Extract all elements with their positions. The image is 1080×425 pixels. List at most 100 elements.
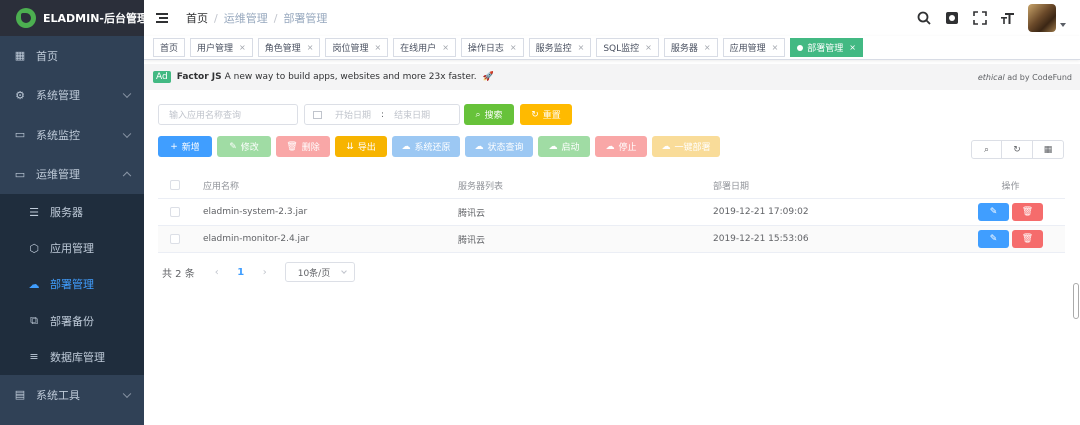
header-deploy-date[interactable]: 部署日期: [701, 179, 956, 192]
edit-button-label: 修改: [240, 143, 259, 153]
tag-item[interactable]: 操作日志 ×: [460, 38, 524, 57]
cloud-icon: ☁: [605, 141, 615, 152]
cloud-upload-icon: ☁: [28, 277, 40, 291]
breadcrumb-current: 部署管理: [283, 12, 328, 25]
sidebar-item-tools[interactable]: ▤ 系统工具: [0, 375, 144, 415]
edit-button[interactable]: ✎ 修改: [217, 136, 271, 157]
close-icon[interactable]: ×: [374, 43, 381, 52]
stop-button[interactable]: ☁ 停止: [595, 136, 647, 157]
avatar[interactable]: [1028, 4, 1056, 32]
status-query-button[interactable]: ☁ 状态查询: [465, 136, 533, 157]
sidebar-item-home[interactable]: ▦ 首页: [0, 36, 144, 76]
sidebar-item-monitor[interactable]: ▭ 系统监控: [0, 115, 144, 155]
ad-credit[interactable]: ethical ad by CodeFund: [978, 73, 1072, 82]
breadcrumb-home[interactable]: 首页: [186, 10, 208, 26]
chevron-up-icon: [122, 171, 132, 181]
sidebar-item-label: 应用管理: [50, 242, 94, 256]
close-icon[interactable]: ×: [510, 43, 517, 52]
sidebar-item-deploy[interactable]: ☁ 部署管理: [0, 266, 144, 302]
sidebar-item-system[interactable]: ⚙ 系统管理: [0, 76, 144, 116]
refresh-icon: ↻: [531, 109, 539, 120]
breadcrumb-ops: 运维管理: [223, 12, 268, 25]
table-row[interactable]: eladmin-system-2.3.jar 腾讯云 2019-12-21 17…: [158, 199, 1065, 226]
logo[interactable]: ELADMIN-后台管理: [0, 0, 144, 36]
row-edit-button[interactable]: ✎: [978, 230, 1009, 248]
ad-text[interactable]: A new way to build apps, websites and mo…: [225, 72, 477, 82]
header-servers[interactable]: 服务器列表: [446, 179, 701, 192]
toggle-search-button[interactable]: ⌕: [971, 140, 1002, 159]
delete-button[interactable]: 🗑 删除: [276, 136, 330, 157]
row-checkbox[interactable]: [169, 234, 180, 244]
sidebar-item-database[interactable]: ≡ 数据库管理: [0, 339, 144, 375]
export-button[interactable]: ⇊ 导出: [335, 136, 387, 157]
date-range-picker[interactable]: 开始日期 : 结束日期: [304, 104, 460, 125]
tag-item[interactable]: 服务监控 ×: [528, 38, 592, 57]
search-button[interactable]: ⌕ 搜索: [464, 104, 514, 125]
scrollbar-thumb[interactable]: [1073, 283, 1079, 319]
start-button[interactable]: ☁ 启动: [538, 136, 590, 157]
tag-item[interactable]: 应用管理 ×: [722, 38, 786, 57]
page-number[interactable]: 1: [229, 267, 253, 278]
close-icon[interactable]: ×: [772, 43, 779, 52]
navbar: 首页 / 运维管理 / 部署管理: [144, 0, 1080, 36]
sidebar: ELADMIN-后台管理 ▦ 首页 ⚙ 系统管理 ▭ 系统监控 ▭ 运维管理 ☰…: [0, 0, 144, 425]
select-all-checkbox[interactable]: [169, 180, 180, 190]
date-start[interactable]: 开始日期: [335, 108, 371, 121]
sidebar-item-ops[interactable]: ▭ 运维管理: [0, 155, 144, 195]
refresh-button[interactable]: ↻: [1002, 140, 1033, 159]
tag-item[interactable]: 服务器 ×: [663, 38, 718, 57]
tag-item[interactable]: 角色管理 ×: [257, 38, 321, 57]
close-icon[interactable]: ×: [849, 43, 856, 52]
tag-item-active[interactable]: 部署管理 ×: [790, 38, 863, 57]
caret-down-icon[interactable]: [1060, 23, 1066, 27]
table-row[interactable]: eladmin-monitor-2.4.jar 腾讯云 2019-12-21 1…: [158, 226, 1065, 253]
tag-item[interactable]: 在线用户 ×: [393, 38, 456, 57]
pagination-total: 共 2 条: [162, 268, 195, 280]
row-edit-button[interactable]: ✎: [978, 203, 1009, 221]
hamburger-button[interactable]: [144, 0, 180, 36]
prev-page-icon[interactable]: ‹: [205, 267, 229, 278]
select-all-cell: [158, 180, 191, 190]
page-size-select[interactable]: 10条/页: [284, 262, 355, 282]
cloud-icon: ☁: [474, 141, 484, 152]
restore-button[interactable]: ☁ 系统还原: [392, 136, 460, 157]
row-delete-button[interactable]: 🗑: [1012, 230, 1043, 248]
calendar-icon: [313, 110, 322, 119]
close-icon[interactable]: ×: [578, 43, 585, 52]
sidebar-item-backup[interactable]: ⧉ 部署备份: [0, 303, 144, 339]
github-icon[interactable]: [938, 0, 966, 36]
close-icon[interactable]: ×: [645, 43, 652, 52]
fullscreen-icon[interactable]: [966, 0, 994, 36]
close-icon[interactable]: ×: [307, 43, 314, 52]
tag-item[interactable]: 用户管理 ×: [190, 38, 253, 57]
row-delete-button[interactable]: 🗑: [1012, 203, 1043, 221]
next-page-icon[interactable]: ›: [253, 267, 277, 278]
close-icon[interactable]: ×: [239, 43, 246, 52]
reset-button[interactable]: ↻ 重置: [520, 104, 572, 125]
close-icon[interactable]: ×: [704, 43, 711, 52]
sidebar-item-apps[interactable]: ⬡ 应用管理: [0, 230, 144, 266]
tag-item[interactable]: SQL监控 ×: [596, 38, 659, 57]
header-app-name[interactable]: 应用名称: [191, 179, 446, 192]
logo-icon: [16, 8, 36, 28]
date-end[interactable]: 结束日期: [394, 108, 430, 121]
close-icon[interactable]: ×: [442, 43, 449, 52]
search-icon[interactable]: [910, 0, 938, 36]
columns-button[interactable]: ▦: [1033, 140, 1064, 159]
chevron-down-icon: [122, 89, 132, 99]
cell-server: 腾讯云: [458, 208, 486, 219]
sidebar-item-servers[interactable]: ☰ 服务器: [0, 194, 144, 230]
tag-label: 部署管理: [807, 44, 844, 54]
row-checkbox[interactable]: [169, 207, 180, 217]
one-click-deploy-button[interactable]: ☁ 一键部署: [652, 136, 720, 157]
search-input[interactable]: 输入应用名称查询: [158, 104, 298, 125]
tag-label: 岗位管理: [332, 44, 369, 54]
tag-item[interactable]: 岗位管理 ×: [325, 38, 389, 57]
font-size-icon[interactable]: [994, 0, 1022, 36]
ad-banner[interactable]: Ad Factor JS A new way to build apps, we…: [144, 64, 1080, 90]
ad-brand[interactable]: Factor JS: [177, 72, 222, 82]
sidebar-item-label: 首页: [36, 49, 58, 63]
add-button[interactable]: + 新增: [158, 136, 212, 157]
tag-item[interactable]: 首页: [153, 38, 186, 57]
sidebar-item-label: 系统管理: [36, 89, 80, 103]
